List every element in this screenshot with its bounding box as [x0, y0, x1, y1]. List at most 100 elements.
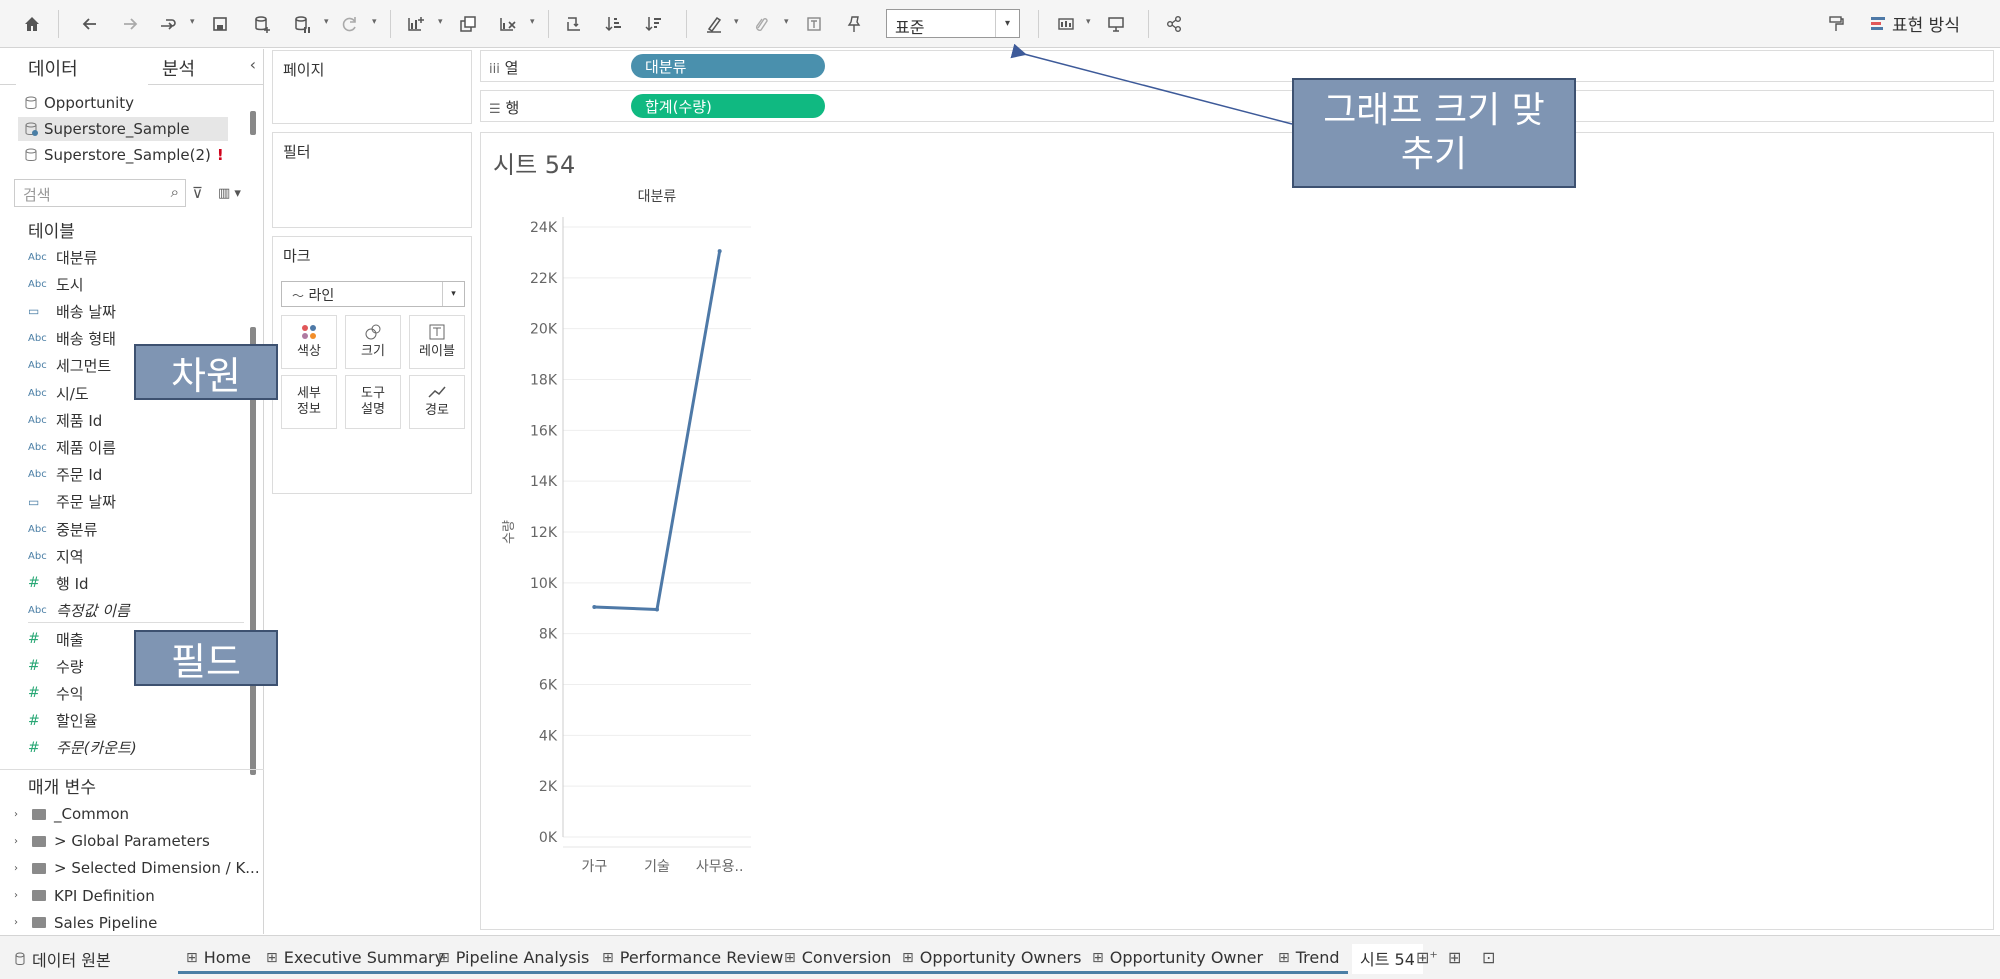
- new-story-icon[interactable]: ⊡: [1482, 948, 1495, 967]
- chevron-down-icon[interactable]: ▾: [530, 18, 538, 27]
- view-options-icon[interactable]: ▥ ▾: [218, 186, 241, 201]
- parameter-folder[interactable]: › > Selected Dimension / K...: [14, 856, 260, 880]
- rows-pill[interactable]: 합계(수량): [631, 94, 825, 118]
- chevron-down-icon[interactable]: ▾: [372, 18, 380, 27]
- chevron-down-icon[interactable]: ▾: [324, 18, 332, 27]
- field-item[interactable]: Abc 세그먼트: [28, 354, 111, 378]
- field-item[interactable]: Abc 도시: [28, 272, 84, 296]
- columns-shelf[interactable]: iii 열 대분류: [480, 50, 1994, 82]
- chevron-down-icon[interactable]: ▾: [734, 18, 742, 27]
- field-item[interactable]: Abc 시/도: [28, 381, 89, 405]
- sheet-tab[interactable]: ⊞ Trend: [1270, 944, 1348, 974]
- sheet-tab[interactable]: ⊞ Executive Summary: [258, 944, 453, 974]
- field-item[interactable]: Abc 지역: [28, 544, 84, 568]
- field-item[interactable]: # 행 Id: [28, 571, 89, 595]
- field-item[interactable]: Abc 측정값 이름: [28, 599, 130, 623]
- field-item[interactable]: Abc 배송 형태: [28, 327, 116, 351]
- chevron-down-icon[interactable]: ▾: [1086, 18, 1094, 27]
- mark-type-select[interactable]: 〜 라인 ▾: [281, 281, 465, 307]
- chevron-right-icon[interactable]: ›: [14, 917, 24, 928]
- group-members-icon[interactable]: [748, 10, 776, 38]
- mark-size-button[interactable]: 크기: [345, 315, 401, 369]
- new-datasource-icon[interactable]: [248, 10, 276, 38]
- mark-tooltip-button[interactable]: 도구 설명: [345, 375, 401, 429]
- show-mark-labels-icon[interactable]: [800, 10, 828, 38]
- mark-label-button[interactable]: 레이블: [409, 315, 465, 369]
- new-worksheet-icon[interactable]: ⊞⁺: [1416, 948, 1438, 967]
- sheet-tab[interactable]: ⊞ Performance Review: [594, 944, 792, 974]
- chevron-right-icon[interactable]: ›: [14, 836, 24, 847]
- filter-icon[interactable]: ⊽: [192, 184, 203, 202]
- field-item[interactable]: # 매출: [28, 627, 84, 651]
- filters-card[interactable]: 필터: [272, 132, 472, 228]
- sheet-tab[interactable]: ⊞ Pipeline Analysis: [430, 944, 598, 974]
- chevron-right-icon[interactable]: ›: [14, 890, 24, 901]
- field-item[interactable]: Abc 대분류: [28, 245, 97, 269]
- chevron-down-icon[interactable]: ▾: [442, 282, 464, 306]
- parameter-folder[interactable]: › Sales Pipeline: [14, 911, 157, 935]
- tab-data[interactable]: 데이터: [28, 55, 78, 81]
- chevron-down-icon[interactable]: ▾: [190, 18, 198, 27]
- home-icon[interactable]: [18, 10, 46, 38]
- swap-rows-columns-icon[interactable]: [560, 10, 588, 38]
- datasource-opportunity[interactable]: Opportunity: [18, 91, 134, 115]
- show-hide-cards-icon[interactable]: [1052, 10, 1080, 38]
- pages-card[interactable]: 페이지: [272, 50, 472, 124]
- field-item[interactable]: # 주문(카운트): [28, 736, 137, 760]
- format-painter-icon[interactable]: [1822, 10, 1850, 38]
- fit-select[interactable]: 표준 ▾: [886, 9, 1020, 38]
- parameter-folder[interactable]: › KPI Definition: [14, 884, 155, 908]
- field-item[interactable]: # 할인율: [28, 709, 97, 733]
- presentation-mode-icon[interactable]: [1102, 10, 1130, 38]
- undo-icon[interactable]: [76, 10, 104, 38]
- chevron-down-icon[interactable]: ▾: [438, 18, 446, 27]
- chevron-right-icon[interactable]: ›: [14, 863, 24, 874]
- tab-analysis[interactable]: 분석: [162, 55, 195, 81]
- mark-color-button[interactable]: 색상: [281, 315, 337, 369]
- replay-icon[interactable]: [154, 10, 182, 38]
- refresh-icon[interactable]: [336, 10, 364, 38]
- chevron-down-icon[interactable]: ▾: [784, 18, 792, 27]
- sheet-tab[interactable]: ⊞ Conversion: [776, 944, 900, 974]
- sheet-tab[interactable]: 시트 54: [1352, 944, 1423, 974]
- chevron-down-icon[interactable]: ▾: [995, 10, 1019, 37]
- datasource-superstore-sample-2[interactable]: Superstore_Sample(2) !: [18, 143, 224, 167]
- sheet-tab[interactable]: ⊞ Opportunity Owner: [1084, 944, 1272, 974]
- field-item[interactable]: ▭ 배송 날짜: [28, 299, 116, 323]
- sheet-tab[interactable]: ⊞ Opportunity Owners: [894, 944, 1090, 974]
- columns-pill[interactable]: 대분류: [631, 54, 825, 78]
- duplicate-sheet-icon[interactable]: [454, 10, 482, 38]
- parameter-folder[interactable]: › > Global Parameters: [14, 829, 210, 853]
- sort-ascending-icon[interactable]: [600, 10, 628, 38]
- chevron-right-icon[interactable]: ›: [14, 809, 24, 820]
- show-me-button[interactable]: 표현 방식: [1870, 11, 1960, 36]
- new-dashboard-icon[interactable]: ⊞: [1448, 948, 1461, 967]
- field-search-input[interactable]: 검색 ⌕: [14, 179, 186, 207]
- field-item[interactable]: ▭ 주문 날짜: [28, 490, 116, 514]
- field-item[interactable]: Abc 제품 이름: [28, 435, 116, 459]
- datasource-scrollbar[interactable]: [250, 111, 256, 135]
- rows-shelf[interactable]: ☰ 행 합계(수량): [480, 90, 1994, 122]
- redo-icon[interactable]: [116, 10, 144, 38]
- field-item[interactable]: Abc 주문 Id: [28, 463, 102, 487]
- datasource-superstore-sample[interactable]: Superstore_Sample: [18, 117, 228, 141]
- field-item[interactable]: Abc 중분류: [28, 517, 97, 541]
- field-item[interactable]: Abc 제품 Id: [28, 408, 102, 432]
- save-icon[interactable]: [206, 10, 234, 38]
- mark-detail-button[interactable]: 세부 정보: [281, 375, 337, 429]
- field-item[interactable]: # 수익: [28, 681, 84, 705]
- field-item[interactable]: # 수량: [28, 654, 84, 678]
- line-chart[interactable]: 대분류 0K 2K 4K 6K 8K 10K 12K 14K 16K 18K 20K 22K 24K 수량가…: [481, 171, 781, 931]
- fix-axes-icon[interactable]: [840, 10, 868, 38]
- tab-datasource[interactable]: 데이터 원본: [6, 944, 119, 974]
- sheet-tab[interactable]: ⊞ Home: [178, 944, 259, 974]
- new-worksheet-icon[interactable]: [402, 10, 430, 38]
- sort-descending-icon[interactable]: [640, 10, 668, 38]
- mark-path-button[interactable]: 경로: [409, 375, 465, 429]
- pause-update-icon[interactable]: [288, 10, 316, 38]
- share-icon[interactable]: [1160, 10, 1188, 38]
- clear-sheet-icon[interactable]: [494, 10, 522, 38]
- parameter-folder[interactable]: › _Common: [14, 802, 129, 826]
- collapse-pane-icon[interactable]: ‹: [250, 55, 256, 74]
- highlight-icon[interactable]: [700, 10, 728, 38]
